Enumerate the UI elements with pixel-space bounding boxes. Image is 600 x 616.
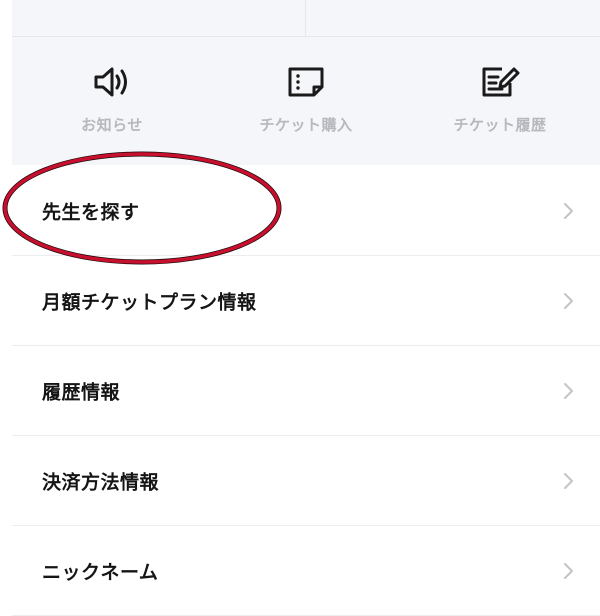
menu-item-label: 決済方法情報 [42, 471, 160, 493]
menu-item-history[interactable]: 履歴情報 [12, 346, 600, 436]
menu-item-label: 先生を探す [42, 201, 140, 223]
speaker-icon [90, 62, 134, 102]
menu-item-label: 履歴情報 [42, 381, 121, 403]
menu-item-payment-method[interactable]: 決済方法情報 [12, 436, 600, 526]
menu-item-nickname[interactable]: ニックネーム [12, 526, 600, 616]
chevron-right-icon [564, 292, 573, 309]
quick-item-label: チケット購入 [259, 116, 353, 134]
menu-item-find-teacher[interactable]: 先生を探す [12, 166, 600, 256]
divider [12, 36, 600, 37]
menu-item-label: 月額チケットプラン情報 [42, 291, 257, 313]
chevron-right-icon [564, 382, 573, 399]
divider [305, 0, 306, 36]
menu-item-label: ニックネーム [42, 561, 159, 583]
quick-item-notice[interactable]: お知らせ [12, 62, 212, 142]
quick-item-label: お知らせ [81, 116, 143, 134]
quick-item-ticket-purchase[interactable]: チケット購入 [206, 62, 406, 142]
quick-item-ticket-history[interactable]: チケット履歴 [400, 62, 600, 142]
ticket-icon [284, 62, 328, 102]
edit-note-icon [478, 62, 522, 102]
quick-item-label: チケット履歴 [453, 116, 547, 134]
chevron-right-icon [564, 472, 573, 489]
chevron-right-icon [564, 202, 573, 219]
chevron-right-icon [564, 562, 573, 579]
menu-item-monthly-plan[interactable]: 月額チケットプラン情報 [12, 256, 600, 346]
